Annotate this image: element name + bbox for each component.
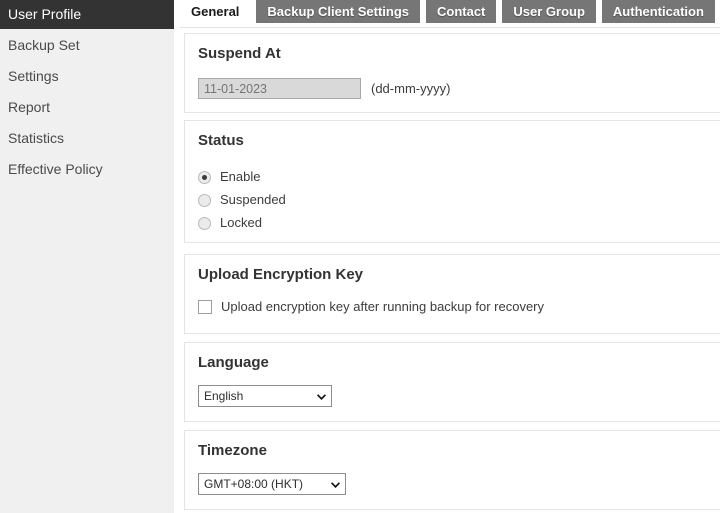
checkbox-icon [198, 300, 212, 314]
language-select-value: English [204, 389, 244, 403]
tab-label: General [191, 4, 240, 19]
sidebar-item-label: Effective Policy [8, 161, 103, 177]
section-language: Language English [184, 342, 720, 422]
sidebar-item-label: Report [8, 99, 51, 115]
user-profile-page: User Profile Backup Set Settings Report … [0, 0, 720, 513]
radio-icon [198, 171, 211, 184]
chevron-down-icon [317, 394, 326, 400]
section-title: Suspend At [198, 45, 281, 62]
section-status: Status Enable Suspended Locked [184, 120, 720, 243]
radio-label: Locked [220, 215, 262, 230]
date-format-hint: (dd-mm-yyyy) [371, 81, 451, 96]
sidebar-item-user-profile[interactable]: User Profile [0, 0, 174, 29]
checkbox-label: Upload encryption key after running back… [221, 299, 545, 314]
chevron-down-icon [331, 482, 340, 488]
section-title: Upload Encryption Key [198, 266, 364, 283]
sidebar-item-backup-set[interactable]: Backup Set [0, 31, 174, 60]
radio-icon [198, 194, 211, 207]
language-select[interactable]: English [198, 385, 332, 407]
sidebar-item-label: Statistics [8, 130, 65, 146]
tab-backup-client-settings[interactable]: Backup Client Settings [256, 0, 420, 23]
suspend-at-date-input[interactable] [198, 78, 361, 99]
sidebar-item-report[interactable]: Report [0, 93, 174, 122]
radio-label: Enable [220, 169, 261, 184]
radio-label: Suspended [220, 192, 286, 207]
tab-bar: General Backup Client Settings Contact U… [180, 0, 720, 27]
section-upload-encryption-key: Upload Encryption Key Upload encryption … [184, 254, 720, 334]
tab-general[interactable]: General [180, 0, 251, 23]
tab-label: Authentication [612, 4, 704, 19]
radio-icon [198, 217, 211, 230]
tab-label: Backup Client Settings [267, 4, 409, 19]
tab-bar-divider [180, 27, 720, 28]
sidebar-item-effective-policy[interactable]: Effective Policy [0, 155, 174, 184]
tab-label: User Group [513, 4, 585, 19]
sidebar-nav: User Profile Backup Set Settings Report … [0, 0, 174, 513]
tab-contact[interactable]: Contact [426, 0, 497, 23]
tab-authentication[interactable]: Authentication [601, 0, 715, 23]
tab-label: Contact [437, 4, 486, 19]
sidebar-item-settings[interactable]: Settings [0, 62, 174, 91]
section-title: Status [198, 132, 244, 149]
sidebar-item-statistics[interactable]: Statistics [0, 124, 174, 153]
section-title: Timezone [198, 442, 267, 459]
timezone-select[interactable]: GMT+08:00 (HKT) [198, 473, 346, 495]
section-timezone: Timezone GMT+08:00 (HKT) [184, 430, 720, 510]
sidebar-item-label: Settings [8, 68, 59, 84]
section-title: Language [198, 354, 269, 371]
sidebar-item-label: Backup Set [8, 37, 80, 53]
tab-user-group[interactable]: User Group [502, 0, 596, 23]
timezone-select-value: GMT+08:00 (HKT) [204, 477, 304, 491]
sidebar-item-label: User Profile [8, 6, 82, 22]
section-suspend-at: Suspend At (dd-mm-yyyy) [184, 33, 720, 113]
